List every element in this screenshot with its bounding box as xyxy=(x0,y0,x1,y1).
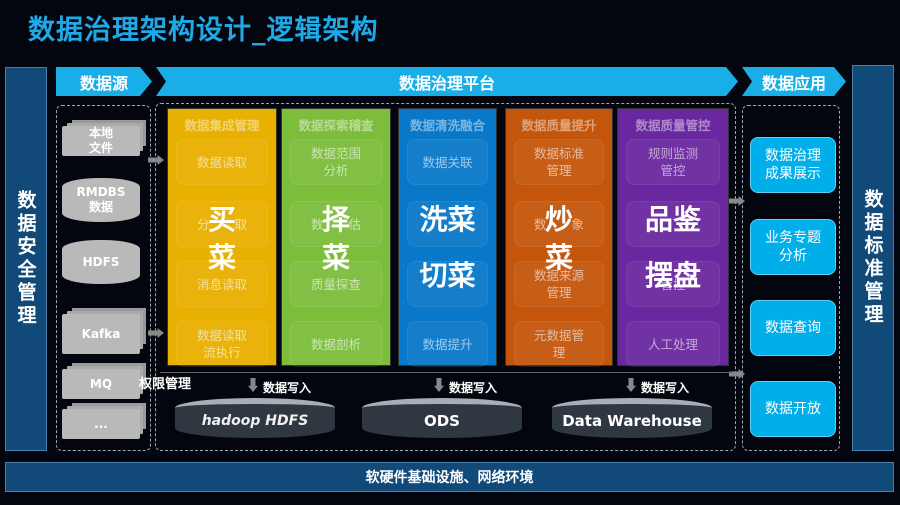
write-label: 数据写入 xyxy=(263,381,312,395)
column-title: 数据清洗融合 xyxy=(409,118,485,133)
divider xyxy=(160,372,732,373)
standard-management-bar: 数据标准管理 xyxy=(852,65,894,451)
header-data-source: 数据源 xyxy=(56,67,152,96)
overlay-label: 切菜 xyxy=(419,259,476,292)
storage-3: Data Warehouse xyxy=(552,398,712,438)
data-source-item[interactable]: ... xyxy=(62,409,140,439)
page-title: 数据治理架构设计_逻辑架构 xyxy=(28,15,379,46)
column-4: 数据质量提升 数据标准 管理数 象数据来源 管理 元数据管 理炒菜 xyxy=(505,108,613,367)
app-button[interactable]: 数据开放 xyxy=(750,381,836,437)
infrastructure-bar: 软硬件基础设施、网络环境 xyxy=(5,462,894,492)
app-button[interactable]: 数据查询 xyxy=(750,300,836,356)
app-button[interactable]: 数据治理 成果展示 xyxy=(750,137,836,193)
header-data-apps: 数据应用 xyxy=(742,67,846,96)
function-box[interactable]: 数据读取 xyxy=(176,139,268,185)
overlay-label: 洗菜 xyxy=(419,203,476,236)
data-source-item[interactable]: Kafka xyxy=(62,314,140,354)
data-source-item[interactable]: HDFS xyxy=(62,240,140,284)
column-2: 数据探索稽查 数据范围 分析数 估质量探查 数据剖析择菜 xyxy=(281,108,391,367)
security-management-bar: 数据安全管理 xyxy=(5,67,47,451)
overlay-label: 买 xyxy=(207,203,236,236)
column-title: 数据质量提升 xyxy=(521,118,597,133)
function-box[interactable]: 数据提升 xyxy=(407,321,488,367)
data-source-item[interactable]: MQ xyxy=(62,369,140,399)
permission-label: 权限管理 xyxy=(139,377,192,392)
overlay-label: 摆盘 xyxy=(644,259,701,292)
data-source-item[interactable]: RMDBS 数据 xyxy=(62,178,140,222)
column-title: 数据探索稽查 xyxy=(298,118,374,133)
write-label: 数据写入 xyxy=(641,381,690,395)
function-box[interactable]: 元数据管 理 xyxy=(514,321,604,367)
data-source-item[interactable]: 本地 文件 xyxy=(62,126,140,156)
function-box[interactable]: 数据范围 分析 xyxy=(290,139,382,185)
function-box[interactable]: 数据剖析 xyxy=(290,321,382,367)
column-title: 数据集成管理 xyxy=(184,118,260,133)
overlay-label: 菜 xyxy=(544,241,573,274)
overlay-label: 炒 xyxy=(544,203,573,236)
overlay-label: 择 xyxy=(321,203,350,236)
overlay-label: 菜 xyxy=(321,241,350,274)
function-box[interactable]: 数据读取 流执行 xyxy=(176,321,268,367)
function-box[interactable]: 数据标准 管理 xyxy=(514,139,604,185)
overlay-label: 品鉴 xyxy=(644,203,701,236)
column-1: 数据集成管理 数据读取分 取消息读取 数据读取 流执行买菜 xyxy=(167,108,277,367)
header-governance-platform: 数据治理平台 xyxy=(156,67,738,96)
function-box[interactable]: 数据关联 xyxy=(407,139,488,185)
storage-2: ODS xyxy=(362,398,522,438)
column-title: 数据质量管控 xyxy=(635,118,711,133)
overlay-label: 菜 xyxy=(207,241,236,274)
column-3: 数据清洗融合数据关联数据提升 洗菜切菜 xyxy=(398,108,497,367)
write-label: 数据写入 xyxy=(449,381,498,395)
column-5: 数据质量管控 规则监测 管控 管控 人工处理 品鉴 摆盘 xyxy=(617,108,729,367)
function-box[interactable]: 人工处理 xyxy=(626,321,720,367)
storage-1: hadoop HDFS xyxy=(175,398,335,438)
function-box[interactable]: 规则监测 管控 xyxy=(626,139,720,185)
app-button[interactable]: 业务专题 分析 xyxy=(750,219,836,275)
